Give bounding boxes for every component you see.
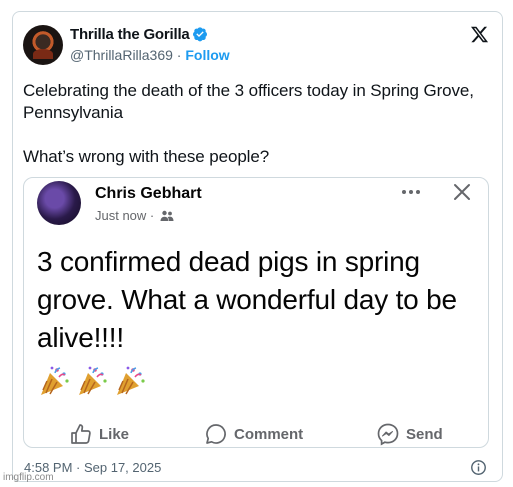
more-options-icon[interactable]: [400, 186, 422, 198]
close-icon[interactable]: [453, 183, 471, 201]
quoted-post-time: Just now ·: [95, 208, 174, 223]
party-emoji-row: [37, 365, 147, 397]
follow-button[interactable]: Follow: [185, 47, 229, 63]
x-logo-icon[interactable]: [470, 25, 489, 44]
like-label: Like: [99, 425, 130, 443]
quoted-post-body: 3 confirmed dead pigs in spring grove. W…: [37, 246, 457, 353]
send-label: Send: [406, 425, 443, 443]
like-button[interactable]: Like: [69, 422, 129, 446]
tweet-text: Celebrating the death of the 3 officers …: [23, 81, 474, 166]
messenger-icon: [377, 423, 399, 446]
watermark: imgflip.com: [3, 472, 54, 483]
display-name[interactable]: Thrilla the Gorilla: [70, 26, 190, 43]
comment-icon: [206, 424, 226, 444]
friends-icon: [160, 210, 174, 221]
party-popper-icon: [41, 366, 69, 395]
quoted-author-avatar[interactable]: [37, 181, 81, 225]
party-popper-icon: [117, 366, 145, 395]
handle-row: @ThrillaRilla369 · Follow: [70, 47, 230, 63]
quoted-author-name[interactable]: Chris Gebhart: [95, 185, 202, 203]
quoted-post-time-text: Just now ·: [95, 208, 158, 223]
thumbs-up-icon: [71, 424, 91, 444]
info-icon[interactable]: [470, 459, 487, 476]
verified-icon: [193, 27, 207, 42]
comment-button[interactable]: Comment: [204, 422, 303, 446]
send-button[interactable]: Send: [376, 422, 443, 446]
handle-separator: ·: [172, 47, 186, 63]
party-popper-icon: [79, 366, 107, 395]
user-handle[interactable]: @ThrillaRilla369: [70, 47, 173, 63]
profile-avatar[interactable]: [23, 25, 63, 65]
comment-label: Comment: [234, 425, 304, 443]
